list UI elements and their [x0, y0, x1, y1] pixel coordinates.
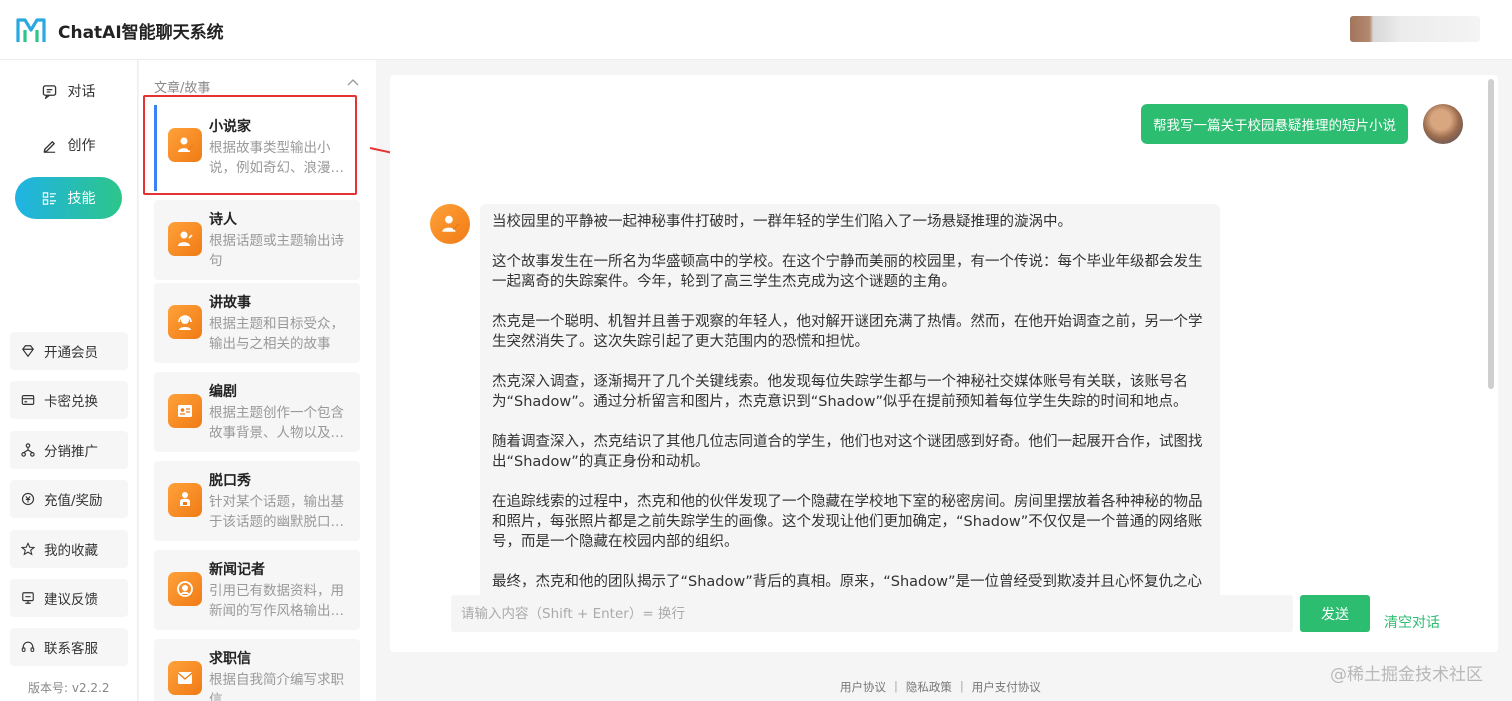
app-title: ChatAI智能聊天系统: [58, 23, 224, 43]
storyteller-icon: [168, 305, 202, 339]
edit-icon: [42, 137, 58, 153]
side-btn-label: 充值/奖励: [44, 493, 103, 509]
recharge-icon: [20, 492, 35, 507]
skill-name: 求职信: [209, 651, 251, 667]
nav-label: 创作: [67, 138, 96, 154]
skill-desc: 引用已有数据资料，用新闻的写作风格输出…: [209, 583, 344, 619]
bot-message-bubble: 当校园里的平静被一起神秘事件打破时，一群年轻的学生们陷入了一场悬疑推理的漩涡中。…: [480, 204, 1220, 604]
diamond-icon: [20, 344, 35, 359]
nav-label: 对话: [67, 84, 96, 100]
bot-paragraph: 随着调查深入，杰克结识了其他几位志同道合的学生，他们也对这个谜团感到好奇。他们一…: [492, 434, 1203, 470]
side-btn-label: 我的收藏: [44, 543, 98, 559]
footer-link-payment-agreement[interactable]: 用户支付协议: [972, 679, 1041, 695]
nav-item-skills[interactable]: 技能: [15, 177, 122, 219]
user-message-bubble: 帮我写一篇关于校园悬疑推理的短片小说: [1141, 104, 1408, 144]
skill-desc: 根据自我简介编写求职信: [209, 672, 344, 701]
send-button[interactable]: 发送: [1300, 595, 1370, 632]
side-btn-distribution[interactable]: 分销推广: [10, 431, 128, 469]
chat-scrollbar[interactable]: [1488, 79, 1494, 389]
bot-paragraph: 这个故事发生在一所名为华盛顿高中的学校。在这个宁静而美丽的校园里，有一个传说：每…: [492, 254, 1203, 290]
app-logo-icon: [16, 18, 46, 42]
skill-desc: 针对某个话题，输出基于该话题的幽默脱口…: [209, 494, 344, 530]
side-btn-label: 分销推广: [44, 444, 98, 460]
nav-label: 技能: [67, 191, 96, 207]
chat-panel: 帮我写一篇关于校园悬疑推理的短片小说 当校园里的平静被一起神秘事件打破时，一群年…: [390, 75, 1498, 652]
skill-card-storyteller[interactable]: 讲故事 根据主题和目标受众，输出与之相关的故事: [154, 283, 360, 363]
skill-name: 脱口秀: [209, 473, 251, 489]
bot-avatar: [430, 204, 470, 244]
version-label: 版本号: v2.2.2: [28, 681, 110, 695]
side-btn-favorites[interactable]: 我的收藏: [10, 530, 128, 568]
skill-name: 诗人: [209, 212, 237, 228]
side-btn-label: 卡密兑换: [44, 394, 98, 410]
skill-card-reporter[interactable]: 新闻记者 引用已有数据资料，用新闻的写作风格输出…: [154, 550, 360, 630]
side-btn-card-redeem[interactable]: 卡密兑换: [10, 381, 128, 419]
footer-separator: |: [959, 679, 964, 693]
skill-name: 讲故事: [209, 295, 251, 311]
bot-paragraph: 杰克是一个聪明、机智并且善于观察的年轻人，他对解开谜团充满了热情。然而，在他开始…: [492, 314, 1203, 350]
skill-card-standup[interactable]: 脱口秀 针对某个话题，输出基于该话题的幽默脱口…: [154, 461, 360, 541]
chat-input[interactable]: [451, 595, 1293, 632]
side-btn-label: 联系客服: [44, 641, 98, 657]
footer-link-user-agreement[interactable]: 用户协议: [840, 679, 886, 695]
reporter-icon: [168, 572, 202, 606]
skill-card-cover-letter[interactable]: 求职信 根据自我简介编写求职信: [154, 639, 360, 701]
headset-icon: [20, 640, 35, 655]
user-profile-avatar[interactable]: [1350, 16, 1480, 42]
side-btn-support[interactable]: 联系客服: [10, 628, 128, 666]
section-title: 文章/故事: [154, 81, 211, 96]
skill-desc: 根据话题或主题输出诗句: [209, 233, 344, 269]
skill-desc: 根据主题创作一个包含故事背景、人物以及…: [209, 405, 344, 441]
nav-item-create[interactable]: 创作: [15, 124, 122, 166]
side-btn-recharge[interactable]: 充值/奖励: [10, 480, 128, 518]
skill-list-icon: [42, 190, 58, 206]
bot-paragraph: 杰克深入调查，逐渐揭开了几个关键线索。他发现每位失踪学生都与一个神秘社交媒体账号…: [492, 374, 1188, 410]
clear-chat-button[interactable]: 清空对话: [1384, 612, 1440, 632]
skill-name: 编剧: [209, 384, 237, 400]
side-btn-label: 建议反馈: [44, 592, 98, 608]
chevron-up-icon[interactable]: [346, 78, 360, 88]
side-btn-label: 开通会员: [44, 345, 98, 361]
skill-card-screenwriter[interactable]: 编剧 根据主题创作一个包含故事背景、人物以及…: [154, 372, 360, 452]
star-icon: [20, 542, 35, 557]
standup-icon: [168, 483, 202, 517]
poet-icon: [168, 222, 202, 256]
chat-icon: [42, 83, 58, 99]
nav-item-chat[interactable]: 对话: [15, 70, 122, 112]
bot-paragraph: 在追踪线索的过程中，杰克和他的伙伴发现了一个隐藏在学校地下室的秘密房间。房间里摆…: [492, 494, 1203, 550]
share-icon: [20, 443, 35, 458]
footer-separator: |: [894, 679, 898, 693]
side-btn-membership[interactable]: 开通会员: [10, 332, 128, 370]
bot-paragraph: 最终，杰克和他的团队揭示了“Shadow”背后的真相。原来，“Shadow”是一…: [492, 574, 1202, 590]
footer-link-privacy[interactable]: 隐私政策: [906, 679, 952, 695]
skill-name: 新闻记者: [209, 562, 265, 578]
novelist-icon: [442, 215, 460, 232]
footer-links: 用户协议 | 隐私政策 | 用户支付协议: [840, 679, 1041, 695]
feedback-icon: [20, 591, 35, 606]
cover-letter-icon: [168, 661, 202, 695]
top-header: ChatAI智能聊天系统: [0, 0, 1512, 60]
watermark: @稀土掘金技术社区: [1330, 665, 1483, 685]
skill-card-poet[interactable]: 诗人 根据话题或主题输出诗句: [154, 200, 360, 280]
left-nav: 对话 创作 技能 开通会员 卡密兑换 分销推广 充值/奖励 我的收藏 建议反馈: [0, 60, 138, 701]
side-btn-feedback[interactable]: 建议反馈: [10, 579, 128, 617]
skill-desc: 根据主题和目标受众，输出与之相关的故事: [209, 316, 344, 352]
bot-paragraph: 当校园里的平静被一起神秘事件打破时，一群年轻的学生们陷入了一场悬疑推理的漩涡中。: [492, 214, 1072, 230]
screenwriter-icon: [168, 394, 202, 428]
user-avatar: [1423, 104, 1463, 144]
card-icon: [20, 393, 35, 408]
highlight-box: [143, 95, 357, 195]
